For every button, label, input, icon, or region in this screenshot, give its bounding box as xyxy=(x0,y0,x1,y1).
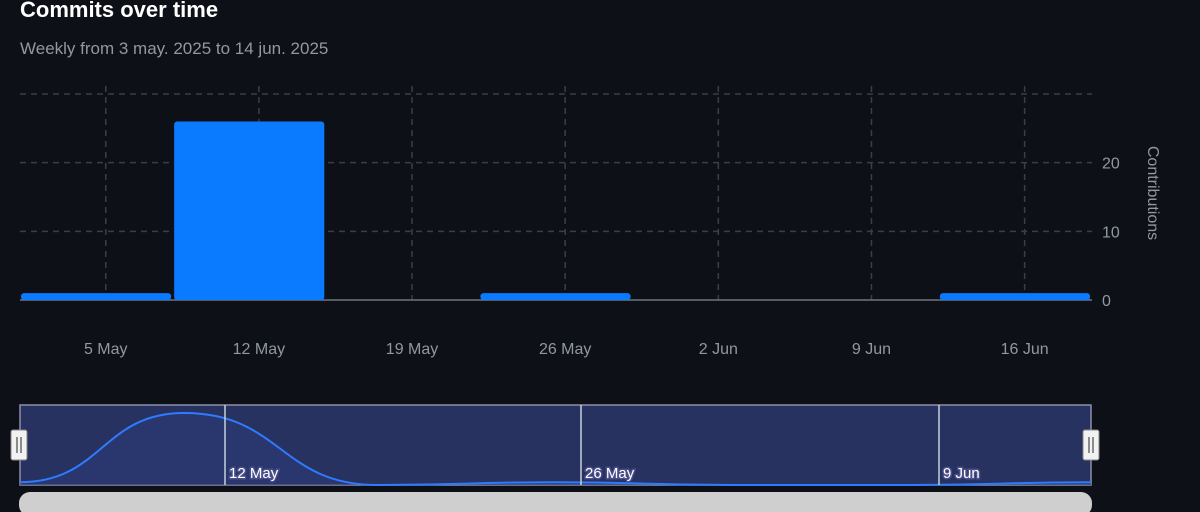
navigator-handle-right[interactable] xyxy=(1082,429,1100,461)
navigator-label: 9 Jun xyxy=(943,465,980,482)
y-tick-label: 20 xyxy=(1102,156,1120,173)
navigator-label: 12 May xyxy=(229,465,279,482)
navigator-label: 26 May xyxy=(585,465,635,482)
x-tick-label: 16 Jun xyxy=(1001,341,1049,358)
x-tick-label: 9 Jun xyxy=(852,341,891,358)
navigator-scrollbar[interactable] xyxy=(19,492,1092,512)
y-tick-label: 10 xyxy=(1102,224,1120,241)
x-tick-label: 26 May xyxy=(539,341,591,358)
x-tick-label: 12 May xyxy=(233,341,285,358)
bar-24-may[interactable] xyxy=(480,293,631,300)
bar-10-may[interactable] xyxy=(174,121,325,300)
y-axis-title: Contributions xyxy=(1144,146,1161,240)
navigator-handle-left[interactable] xyxy=(10,429,28,461)
x-tick-label: 19 May xyxy=(386,341,438,358)
x-tick-label: 5 May xyxy=(84,341,128,358)
x-tick-label: 2 Jun xyxy=(699,341,738,358)
y-tick-label: 0 xyxy=(1102,293,1111,310)
bar-3-may[interactable] xyxy=(21,293,172,300)
bar-14-jun[interactable] xyxy=(939,293,1090,300)
commits-chart: 0 10 20 Contributions 5 May 12 May 19 May 26 Ma… xyxy=(10,86,1161,512)
